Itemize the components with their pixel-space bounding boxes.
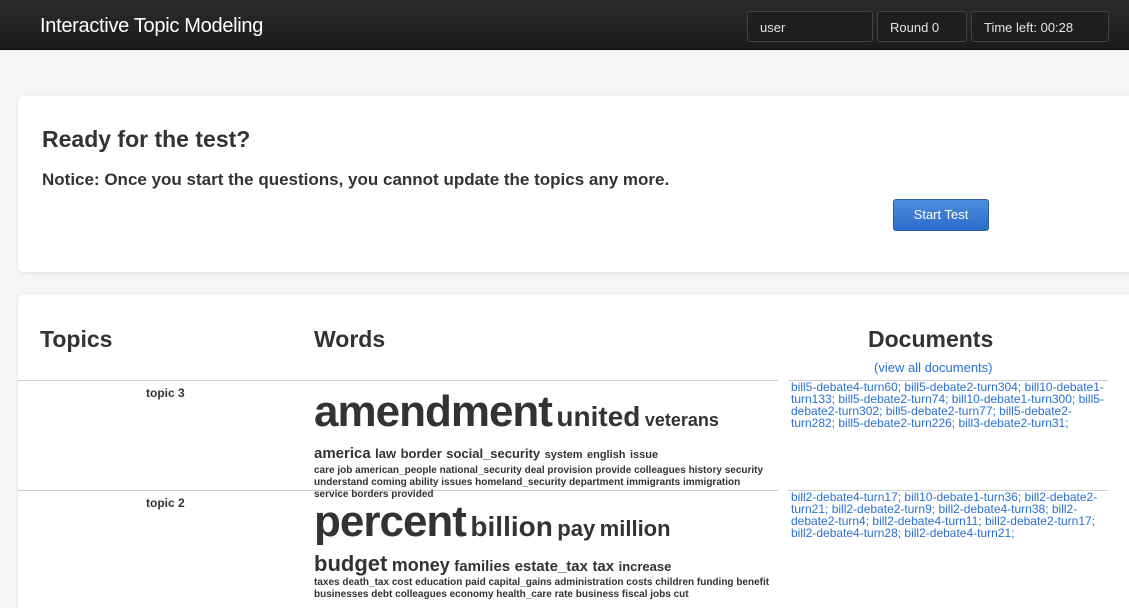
user-indicator[interactable]: user <box>747 11 873 42</box>
document-list[interactable]: bill5-debate4-turn60; bill5-debate2-turn… <box>791 380 1104 430</box>
app-title[interactable]: Interactive Topic Modeling <box>40 0 263 50</box>
round-indicator: Round 0 <box>877 11 967 42</box>
word[interactable]: issue <box>630 449 658 461</box>
word[interactable]: budget <box>314 551 387 576</box>
top-navbar: Interactive Topic Modeling user Round 0 … <box>0 0 1129 50</box>
test-title: Ready for the test? <box>42 126 251 152</box>
word[interactable]: law <box>375 446 396 461</box>
document-links: bill2-debate4-turn17; bill10-debate1-tur… <box>791 491 1111 539</box>
document-list[interactable]: bill2-debate4-turn17; bill10-debate1-tur… <box>791 490 1097 540</box>
test-notice: Notice: Once you start the questions, yo… <box>42 170 670 189</box>
topic-label[interactable]: topic 2 <box>146 496 185 510</box>
topics-header: Topics <box>40 326 113 352</box>
word[interactable]: english <box>587 449 626 461</box>
word[interactable]: increase <box>619 559 672 574</box>
document-link[interactable]: bill2-debate4-turn21 <box>904 526 1011 540</box>
time-left-indicator: Time left: 00:28 <box>971 11 1109 42</box>
view-all-documents-link[interactable]: (view all documents) <box>874 360 993 375</box>
row-divider <box>18 380 778 381</box>
words-header: Words <box>314 326 386 352</box>
start-test-button[interactable]: Start Test <box>893 199 989 231</box>
word[interactable]: percent <box>314 497 467 546</box>
document-link[interactable]: bill2-debate4-turn28 <box>791 526 898 540</box>
word[interactable]: million <box>600 516 671 541</box>
word[interactable]: tax <box>592 558 614 575</box>
documents-header: Documents <box>868 326 994 352</box>
word[interactable]: pay <box>557 516 595 541</box>
small-words[interactable]: care job american_people national_securi… <box>314 465 774 501</box>
topics-panel: Topics Words Documents (view all documen… <box>18 294 1129 608</box>
word-cloud: percent billion pay million budget money… <box>314 500 774 601</box>
word[interactable]: social_security <box>446 446 540 461</box>
small-words[interactable]: taxes death_tax cost education paid capi… <box>314 577 774 601</box>
test-panel: Ready for the test? Notice: Once you sta… <box>18 96 1129 272</box>
document-link[interactable]: bill5-debate2-turn226 <box>838 416 951 430</box>
word[interactable]: america <box>314 445 371 462</box>
document-link[interactable]: bill3-debate2-turn31 <box>958 416 1065 430</box>
word-cloud: amendment united veterans america law bo… <box>314 390 774 501</box>
word[interactable]: united <box>556 401 640 432</box>
word[interactable]: billion <box>470 511 552 542</box>
word[interactable]: money <box>392 555 450 575</box>
word[interactable]: estate_tax <box>515 558 588 575</box>
word[interactable]: border <box>401 446 442 461</box>
word[interactable]: system <box>545 449 583 461</box>
document-links: bill5-debate4-turn60; bill5-debate2-turn… <box>791 381 1111 429</box>
word[interactable]: veterans <box>645 410 719 430</box>
topic-label[interactable]: topic 3 <box>146 386 185 400</box>
word[interactable]: amendment <box>314 387 553 436</box>
word[interactable]: families <box>454 558 510 575</box>
